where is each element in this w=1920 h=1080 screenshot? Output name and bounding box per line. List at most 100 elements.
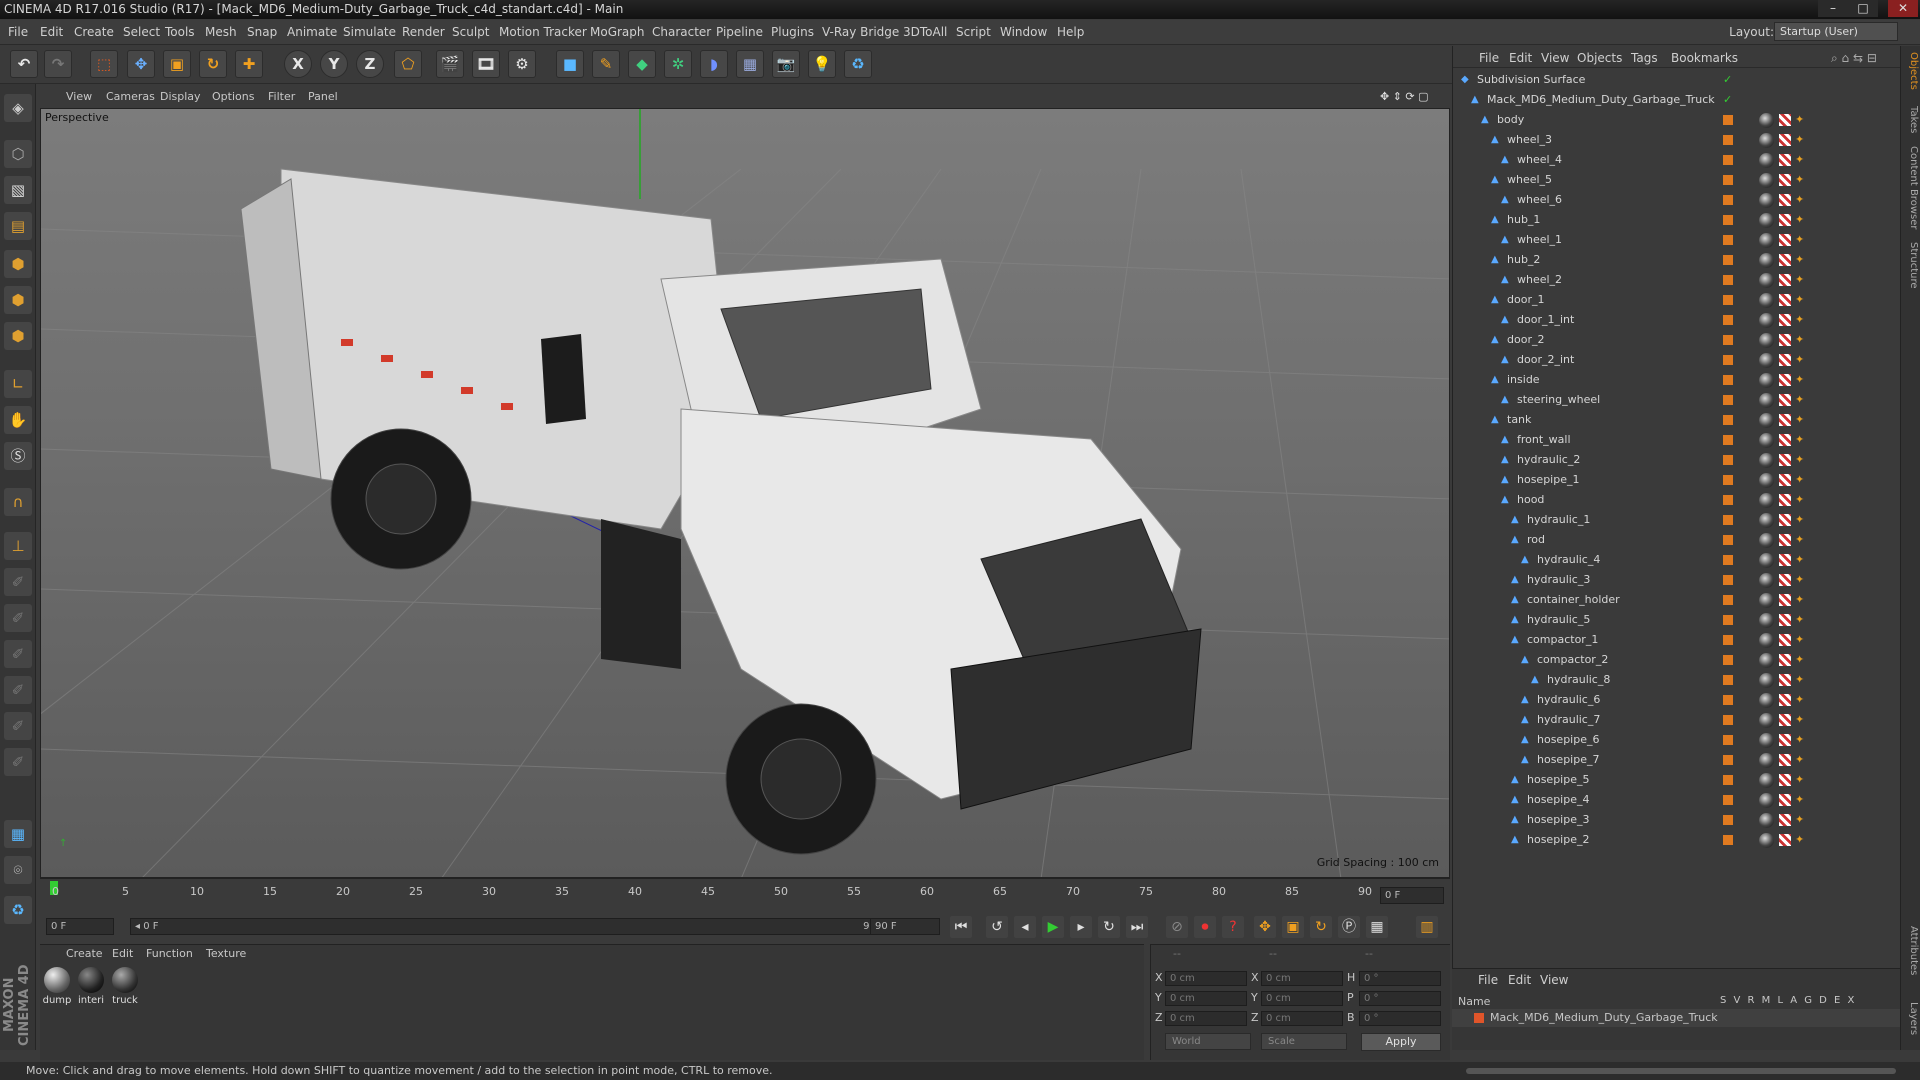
layer-menu-view[interactable]: View (1540, 973, 1568, 987)
menu-render[interactable]: Render (402, 25, 445, 39)
menu-plugins[interactable]: Plugins (771, 25, 814, 39)
material-tag-icon[interactable] (1759, 273, 1774, 288)
end-frame-field[interactable]: 0 F (1380, 887, 1444, 904)
object-row[interactable]: ▲ hydraulic_4 ✦ (1453, 550, 1901, 570)
phong-tag-icon[interactable]: ✦ (1795, 494, 1807, 506)
maximize-button[interactable]: □ (1848, 0, 1878, 17)
grid-lock-icon[interactable]: ▦ (4, 820, 32, 848)
material-tag-icon[interactable] (1759, 253, 1774, 268)
material-truck[interactable]: truck (110, 967, 140, 1006)
tweak-mode-icon[interactable]: ✋ (4, 406, 32, 434)
max-frame-field[interactable]: 90 F (870, 918, 940, 935)
phong-tag-icon[interactable]: ✦ (1795, 434, 1807, 446)
live-selection-icon[interactable]: ⬚ (90, 50, 118, 78)
material-tag-icon[interactable] (1759, 833, 1774, 848)
rot-h-field[interactable]: 0 ° (1359, 971, 1441, 986)
obj-menu-edit[interactable]: Edit (1509, 51, 1532, 65)
material-tag-icon[interactable] (1759, 413, 1774, 428)
side-tab-content-browser[interactable]: Content Browser (1903, 146, 1919, 229)
keyframe-selection-icon[interactable]: ⊘ (1166, 916, 1188, 938)
phong-tag-icon[interactable]: ✦ (1795, 334, 1807, 346)
vp-menu-display[interactable]: Display (160, 90, 201, 103)
menu-character[interactable]: Character (652, 25, 711, 39)
obj-menu-bookmarks[interactable]: Bookmarks (1671, 51, 1738, 65)
phong-tag-icon[interactable]: ✦ (1795, 114, 1807, 126)
coordinate-system-icon[interactable]: ⬠ (394, 50, 422, 78)
sculpt-brush-5-icon[interactable]: ✐ (4, 712, 32, 740)
phong-tag-icon[interactable]: ✦ (1795, 534, 1807, 546)
points-mode-icon[interactable]: ⬢ (4, 250, 32, 278)
material-tag-icon[interactable] (1759, 693, 1774, 708)
texture-mode-icon[interactable]: ▧ (4, 176, 32, 204)
object-row[interactable]: ▲ rod ✦ (1453, 530, 1901, 550)
material-tag-icon[interactable] (1759, 453, 1774, 468)
texture-tag-icon[interactable] (1779, 294, 1791, 306)
phong-tag-icon[interactable]: ✦ (1795, 634, 1807, 646)
cloner-icon[interactable]: ✲ (664, 50, 692, 78)
obj-menu-file[interactable]: File (1479, 51, 1499, 65)
deformer-icon[interactable]: ◗ (700, 50, 728, 78)
phong-tag-icon[interactable]: ✦ (1795, 734, 1807, 746)
scale-icon[interactable]: ▣ (163, 50, 191, 78)
texture-tag-icon[interactable] (1779, 614, 1791, 626)
object-row[interactable]: ▲ door_2 ✦ (1453, 330, 1901, 350)
texture-tag-icon[interactable] (1779, 654, 1791, 666)
material-tag-icon[interactable] (1759, 793, 1774, 808)
object-row[interactable]: ▲ hosepipe_4 ✦ (1453, 790, 1901, 810)
python-script-icon[interactable]: ♻ (4, 896, 32, 924)
search-icon[interactable]: ⌕ ⌂ ⇆ ⊟ (1831, 51, 1877, 66)
mat-menu-edit[interactable]: Edit (112, 947, 133, 960)
menu-3dtoall[interactable]: 3DToAll (903, 25, 947, 39)
object-row[interactable]: ▲ hydraulic_3 ✦ (1453, 570, 1901, 590)
menu-script[interactable]: Script (956, 25, 991, 39)
texture-tag-icon[interactable] (1779, 514, 1791, 526)
material-tag-icon[interactable] (1759, 473, 1774, 488)
sculpt-brush-6-icon[interactable]: ✐ (4, 748, 32, 776)
mat-menu-create[interactable]: Create (66, 947, 103, 960)
material-tag-icon[interactable] (1759, 773, 1774, 788)
obj-menu-objects[interactable]: Objects (1577, 51, 1622, 65)
menu-simulate[interactable]: Simulate (343, 25, 396, 39)
texture-tag-icon[interactable] (1779, 454, 1791, 466)
key-position-icon[interactable]: ✥ (1254, 916, 1276, 938)
material-tag-icon[interactable] (1759, 613, 1774, 628)
material-dump[interactable]: dump (42, 967, 72, 1006)
material-tag-icon[interactable] (1759, 213, 1774, 228)
cube-icon[interactable]: ■ (556, 50, 584, 78)
texture-tag-icon[interactable] (1779, 114, 1791, 126)
object-row[interactable]: ▲ hosepipe_1 ✦ (1453, 470, 1901, 490)
material-interi[interactable]: interi (76, 967, 106, 1006)
autokey-icon[interactable]: ? (1222, 916, 1244, 938)
object-row[interactable]: ▲ door_1 ✦ (1453, 290, 1901, 310)
menu-motion-tracker[interactable]: Motion Tracker (499, 25, 587, 39)
object-row[interactable]: ▲ hosepipe_2 ✦ (1453, 830, 1901, 850)
object-row[interactable]: ▲ front_wall ✦ (1453, 430, 1901, 450)
side-tab-objects[interactable]: Objects (1903, 52, 1919, 90)
timeline-ruler[interactable]: 0 5 10 15 20 25 30 35 40 45 50 55 60 65 … (40, 878, 1450, 912)
sculpt-brush-2-icon[interactable]: ✐ (4, 604, 32, 632)
texture-tag-icon[interactable] (1779, 754, 1791, 766)
vp-menu-filter[interactable]: Filter (268, 90, 295, 103)
object-row[interactable]: ▲ wheel_5 ✦ (1453, 170, 1901, 190)
subdivision-surface-icon[interactable]: ◆ (628, 50, 656, 78)
texture-tag-icon[interactable] (1779, 174, 1791, 186)
phong-tag-icon[interactable]: ✦ (1795, 294, 1807, 306)
texture-tag-icon[interactable] (1779, 434, 1791, 446)
phong-tag-icon[interactable]: ✦ (1795, 614, 1807, 626)
object-row[interactable]: ▲ hydraulic_7 ✦ (1453, 710, 1901, 730)
object-row[interactable]: ▲ hub_2 ✦ (1453, 250, 1901, 270)
size-z-field[interactable]: 0 cm (1261, 1011, 1343, 1026)
lock-icon[interactable]: ⌾ (4, 856, 32, 884)
redo-icon[interactable]: ↷ (44, 50, 72, 78)
rotate-icon[interactable]: ↻ (199, 50, 227, 78)
material-tag-icon[interactable] (1759, 593, 1774, 608)
record-icon[interactable]: ⏺ (1194, 916, 1216, 938)
menu-edit[interactable]: Edit (40, 25, 63, 39)
x-axis-lock-icon[interactable]: X (284, 50, 312, 78)
menu-help[interactable]: Help (1057, 25, 1084, 39)
edges-mode-icon[interactable]: ⬢ (4, 286, 32, 314)
go-to-end-icon[interactable]: ⏭ (1126, 916, 1148, 938)
pos-x-field[interactable]: 0 cm (1165, 971, 1247, 986)
phong-tag-icon[interactable]: ✦ (1795, 174, 1807, 186)
texture-tag-icon[interactable] (1779, 534, 1791, 546)
